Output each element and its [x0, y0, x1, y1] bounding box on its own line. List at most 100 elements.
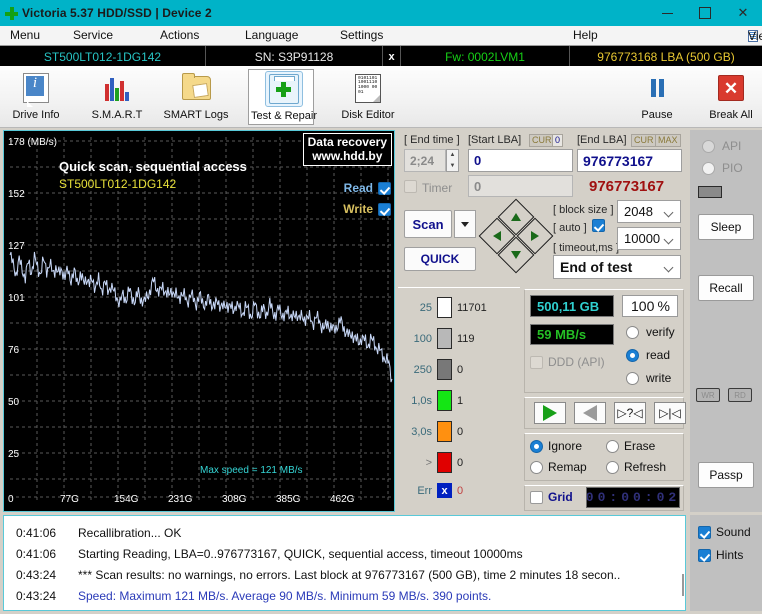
menu-item-settings[interactable]: Settings — [340, 28, 383, 43]
play-button[interactable] — [534, 402, 566, 424]
x-tick-462: 462G — [330, 494, 355, 505]
seek-query-button[interactable]: ▷?◁ — [614, 402, 646, 424]
ddd-api-checkbox[interactable] — [530, 356, 543, 369]
right-side-panel: API PIO Sleep Recall WR RD Passp — [690, 130, 762, 512]
toolbar-test-repair[interactable]: Test & Repair — [248, 69, 317, 125]
write-radio[interactable] — [626, 372, 639, 385]
end-lba-secondary: 976773167 — [577, 175, 682, 197]
grid-timer-display: 00:00:02 — [586, 487, 680, 508]
menu-item-actions[interactable]: Actions — [160, 28, 199, 43]
graph-max-speed-note: Max speed = 121 MB/s — [200, 465, 303, 476]
rd-button[interactable]: RD — [728, 388, 752, 402]
read-radio[interactable] — [626, 349, 639, 362]
maximize-button[interactable] — [686, 0, 724, 26]
histogram-row: 25 11701 — [398, 297, 516, 318]
toolbar-smart-logs[interactable]: SMART Logs — [163, 69, 229, 125]
sleep-button[interactable]: Sleep — [698, 214, 754, 240]
verify-radio[interactable] — [626, 326, 639, 339]
chevron-down-icon — [665, 264, 674, 270]
toolbar-disk-editor[interactable]: 010110110011101000 0001 Disk Editor — [335, 69, 401, 125]
start-lba-input[interactable]: 0 — [468, 149, 573, 172]
seek-start-button[interactable]: ▷|◁ — [654, 402, 686, 424]
seek-query-glyph: ▷?◁ — [617, 406, 643, 420]
log-time: 0:43:24 — [16, 567, 57, 582]
histogram-count: 0 — [457, 456, 464, 469]
timer-checkbox[interactable] — [404, 180, 417, 193]
toolbar-break-all[interactable]: ✕ Break All — [698, 69, 762, 125]
histogram-row: 3,0s 0 — [398, 421, 516, 442]
histogram-row: 100 119 — [398, 328, 516, 349]
toolbar-drive-info[interactable]: Drive Info — [3, 69, 69, 125]
y-tick-152: 152 — [8, 189, 25, 200]
smart-chart-icon — [98, 70, 136, 106]
close-drive-button[interactable]: x — [383, 46, 400, 67]
hints-checkbox[interactable] — [698, 548, 711, 562]
log-output[interactable]: 0:41:06 Recallibration... OK 0:41:06 Sta… — [3, 515, 686, 611]
break-all-icon: ✕ — [712, 70, 750, 106]
quick-button[interactable]: QUICK — [404, 247, 476, 271]
log-message: Speed: Maximum 121 MB/s. Average 90 MB/s… — [78, 588, 492, 603]
write-toggle-row[interactable]: Write — [343, 202, 391, 216]
pio-radio[interactable] — [702, 162, 715, 175]
drive-firmware: Fw: 0002LVM1 — [445, 49, 525, 64]
watermark-line2: www.hdd.by — [312, 149, 383, 163]
read-toggle-row[interactable]: Read — [344, 181, 391, 195]
api-radio[interactable] — [702, 140, 715, 153]
erase-radio[interactable] — [606, 440, 619, 453]
y-tick-127: 127 — [8, 241, 25, 252]
menu-item-service[interactable]: Service — [73, 28, 113, 43]
end-time-spinner[interactable]: ▲ ▼ — [446, 149, 459, 172]
read-label: Read — [343, 181, 373, 195]
read-label: read — [646, 348, 671, 362]
end-lba-input[interactable]: 976773167 — [577, 149, 682, 172]
watermark: Data recovery www.hdd.by — [302, 133, 392, 166]
y-tick-0: 0 — [8, 494, 14, 505]
auto-checkbox[interactable] — [592, 219, 605, 232]
grid-checkbox[interactable] — [530, 491, 543, 504]
menu-item-language[interactable]: Language — [245, 28, 298, 43]
minimize-button[interactable] — [648, 0, 686, 26]
write-checkbox[interactable] — [378, 202, 391, 216]
passp-button[interactable]: Passp — [698, 462, 754, 488]
toolbar-label: S.M.A.R.T — [91, 109, 143, 121]
hints-label: Hints — [716, 548, 744, 562]
log-scrollbar[interactable] — [682, 574, 684, 596]
refresh-radio[interactable] — [606, 461, 619, 474]
ignore-radio[interactable] — [530, 440, 543, 453]
end-lba-cur-tag[interactable]: CUR — [631, 134, 657, 147]
sound-checkbox[interactable] — [698, 525, 711, 539]
wr-button[interactable]: WR — [696, 388, 720, 402]
sound-option[interactable]: Sound — [698, 525, 751, 539]
view-buffer-live-button[interactable]: View Buffer Live — [748, 28, 762, 44]
end-time-value[interactable]: 2;24 — [404, 149, 446, 172]
chevron-down-icon — [665, 209, 674, 215]
grid-horizontal — [10, 140, 392, 498]
read-checkbox[interactable] — [378, 181, 391, 195]
end-of-test-select[interactable]: End of test — [553, 255, 681, 279]
remap-radio[interactable] — [530, 461, 543, 474]
seek-start-glyph: ▷|◁ — [659, 406, 681, 420]
log-row: 0:41:06 Recallibration... OK — [4, 522, 685, 543]
block-size-value: 2048 — [624, 204, 653, 219]
scan-dropdown-button[interactable] — [454, 210, 476, 238]
write-label: Write — [343, 202, 373, 216]
toolbar-pause[interactable]: Pause — [624, 69, 690, 125]
start-lba-cur-tag[interactable]: CUR — [529, 134, 555, 147]
victoria-app-window: Victoria 5.37 HDD/SSD | Device 2 ✕ Menu … — [0, 0, 762, 614]
scan-button[interactable]: Scan — [404, 210, 452, 238]
block-size-select[interactable]: 2048 — [617, 200, 681, 223]
options-panel: Sound Hints — [690, 515, 762, 611]
toolbar-smart[interactable]: S.M.A.R.T — [84, 69, 150, 125]
end-lba-max-tag[interactable]: MAX — [655, 134, 681, 147]
close-button[interactable]: ✕ — [724, 0, 762, 26]
toolbar-label: Disk Editor — [341, 109, 395, 121]
recall-button[interactable]: Recall — [698, 275, 754, 301]
hints-option[interactable]: Hints — [698, 548, 743, 562]
rewind-button[interactable] — [574, 402, 606, 424]
menu-item-menu[interactable]: Menu — [10, 28, 40, 43]
color-swatch[interactable] — [698, 186, 722, 198]
toolbar-label: SMART Logs — [163, 109, 229, 121]
histogram-count: 119 — [457, 332, 475, 345]
timeout-select[interactable]: 10000 — [617, 227, 681, 250]
menu-item-help[interactable]: Help — [573, 28, 598, 43]
